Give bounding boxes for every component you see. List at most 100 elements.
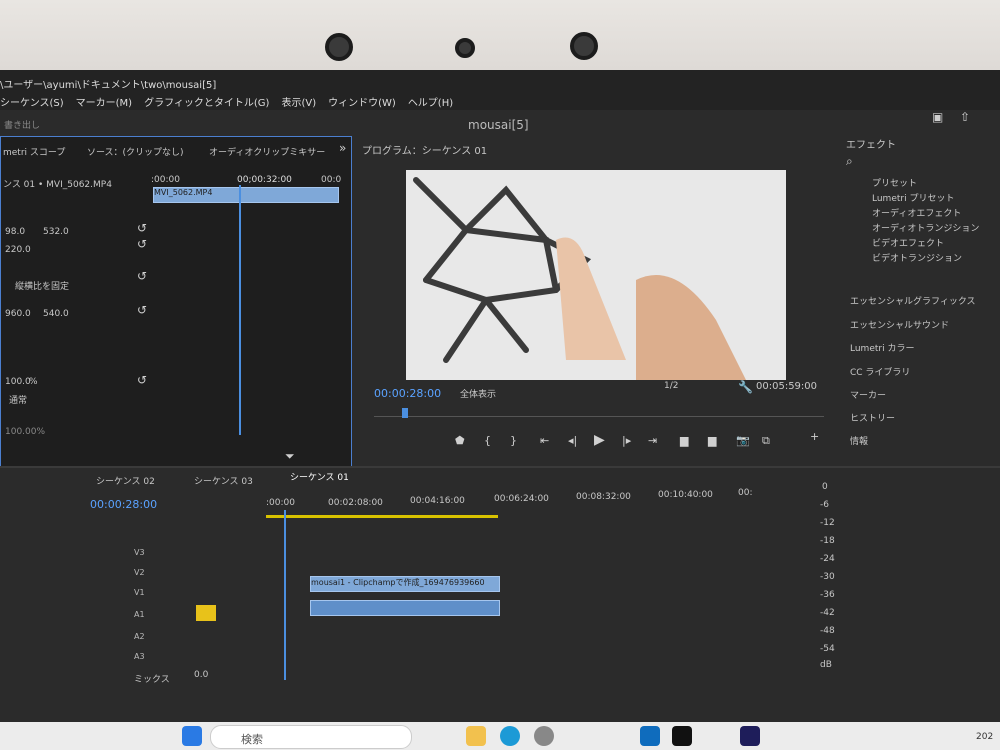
opacity-value[interactable]: 100.0 [5, 377, 31, 387]
tab-scopes[interactable]: metri スコープ [3, 145, 65, 158]
timeline-ruler-2: 00:04:16:00 [410, 496, 465, 506]
meter-36: -36 [820, 590, 835, 600]
outlook-icon[interactable] [640, 726, 660, 746]
go-to-out-button[interactable]: ⇥ [648, 434, 657, 447]
share-icon[interactable]: ⇧ [960, 110, 970, 124]
work-area-bar[interactable] [266, 515, 498, 518]
menu-graphics[interactable]: グラフィックとタイトル(G) [144, 94, 269, 109]
step-back-button[interactable]: ◂| [568, 434, 577, 447]
menu-window[interactable]: ウィンドウ(W) [328, 94, 396, 109]
track-a2[interactable]: A2 [134, 632, 145, 641]
effects-item-video-transitions[interactable]: ビデオトランジション [872, 251, 962, 264]
source-playhead[interactable] [239, 185, 241, 435]
panel-info[interactable]: 情報 [850, 434, 868, 447]
reset-icon[interactable]: ↺ [137, 221, 147, 235]
step-forward-button[interactable]: |▸ [622, 434, 631, 447]
compare-icon[interactable]: ⧉ [762, 434, 770, 448]
anchor-x[interactable]: 960.0 [5, 309, 31, 319]
source-timecode: 00;00:32:00 [237, 175, 292, 185]
blend-mode[interactable]: 通常 [9, 393, 27, 406]
search-icon[interactable]: ⌕ [846, 154, 853, 169]
panel-cc-libraries[interactable]: CC ライブラリ [850, 365, 910, 378]
menu-view[interactable]: 表示(V) [281, 94, 316, 109]
track-v3[interactable]: V3 [134, 548, 145, 557]
fit-select[interactable]: 全体表示 [460, 387, 496, 400]
panel-essential-sound[interactable]: エッセンシャルサウンド [850, 318, 949, 331]
filter-icon[interactable]: ⏷ [285, 449, 295, 464]
source-panel: metri スコープ ソース：(クリップなし) オーディオクリップミキサー » … [0, 136, 352, 468]
tab-sequence-03[interactable]: シーケンス 03 [194, 474, 253, 487]
meter-unit: dB [820, 660, 832, 670]
source-ruler-start: :00:00 [151, 175, 180, 185]
menu-marker[interactable]: マーカー(M) [76, 94, 132, 109]
scale-value[interactable]: 220.0 [5, 245, 31, 255]
mark-out-button[interactable]: } [510, 434, 517, 447]
video-clip[interactable]: mousai1 - Clipchampで作成_169476939660 [310, 576, 500, 592]
reset-icon[interactable]: ↺ [137, 269, 147, 283]
camera-icon [325, 33, 353, 61]
effects-item-audio-transitions[interactable]: オーディオトランジション [872, 221, 979, 234]
taskbar: 検索 202 [0, 722, 1000, 750]
panel-menu-icon[interactable]: » [339, 141, 346, 155]
panel-markers[interactable]: マーカー [850, 388, 886, 401]
premiere-icon[interactable] [740, 726, 760, 746]
track-a3[interactable]: A3 [134, 652, 145, 661]
panel-lumetri-color[interactable]: Lumetri カラー [850, 341, 914, 354]
window-path: \ユーザー\ayumi\ドキュメント\two\mousai[5] [0, 80, 217, 91]
effects-item-audio-effects[interactable]: オーディオエフェクト [872, 206, 961, 219]
timeline-ruler-6: 00: [738, 488, 753, 498]
effects-item-video-effects[interactable]: ビデオエフェクト [872, 236, 944, 249]
play-button[interactable]: ▶ [594, 432, 605, 448]
export-label[interactable]: 書き出し [4, 118, 40, 131]
track-v2[interactable]: V2 [134, 568, 145, 577]
lift-button[interactable]: ▆ [680, 434, 688, 447]
audio-clip[interactable] [310, 600, 500, 616]
extract-button[interactable]: ▆ [708, 434, 716, 447]
go-to-in-button[interactable]: ⇤ [540, 434, 549, 447]
source-clip[interactable]: MVI_5062.MP4 [153, 187, 339, 203]
resolution-select[interactable]: 1/2 [664, 381, 678, 391]
aspect-lock-label[interactable]: 縦横比を固定 [15, 279, 69, 292]
marker-button[interactable]: ⬟ [455, 434, 465, 447]
track-a1[interactable]: A1 [134, 610, 145, 619]
effects-item-lumetri-presets[interactable]: Lumetri プリセット [872, 191, 954, 204]
program-scrubber[interactable] [374, 416, 824, 417]
tab-source[interactable]: ソース：(クリップなし) [87, 145, 184, 158]
windows-start-icon[interactable] [182, 726, 202, 746]
mark-in-button[interactable]: { [484, 434, 491, 447]
position-y[interactable]: 532.0 [43, 227, 69, 237]
menubar: \ユーザー\ayumi\ドキュメント\two\mousai[5] シーケンス(S… [0, 70, 1000, 110]
reset-icon[interactable]: ↺ [137, 237, 147, 251]
reset-icon[interactable]: ↺ [137, 373, 147, 387]
program-timecode[interactable]: 00:00:28:00 [374, 387, 441, 400]
reset-icon[interactable]: ↺ [137, 303, 147, 317]
wrench-icon[interactable]: 🔧 [738, 380, 753, 394]
position-x[interactable]: 98.0 [5, 227, 25, 237]
export-frame-icon[interactable]: 📷 [736, 434, 750, 447]
panel-essential-graphics[interactable]: エッセンシャルグラフィックス [850, 294, 976, 307]
menu-help[interactable]: ヘルプ(H) [408, 94, 453, 109]
netflix-icon[interactable] [672, 726, 692, 746]
timeline-playhead[interactable] [284, 510, 286, 680]
effects-item-presets[interactable]: プリセット [872, 176, 917, 189]
timeline-timecode[interactable]: 00:00:28:00 [90, 498, 157, 511]
tab-sequence-02[interactable]: シーケンス 02 [96, 474, 155, 487]
program-title: プログラム：シーケンス 01 [362, 146, 488, 157]
meter-42: -42 [820, 608, 835, 618]
add-button-icon[interactable]: + [810, 430, 819, 443]
workspace-icon[interactable]: ▣ [932, 110, 943, 124]
explorer-icon[interactable] [466, 726, 486, 746]
anchor-y[interactable]: 540.0 [43, 309, 69, 319]
tab-sequence-01[interactable]: シーケンス 01 [290, 470, 349, 483]
menu-sequence[interactable]: シーケンス(S) [0, 94, 64, 109]
solo-button[interactable] [196, 605, 216, 621]
settings-icon[interactable] [534, 726, 554, 746]
program-playhead[interactable] [402, 408, 408, 418]
edge-icon[interactable] [500, 726, 520, 746]
panel-history[interactable]: ヒストリー [850, 411, 895, 424]
meter-54: -54 [820, 644, 835, 654]
search-box[interactable]: 検索 [210, 725, 412, 749]
tab-audio-clip-mixer[interactable]: オーディオクリップミキサー [209, 145, 325, 158]
track-v1[interactable]: V1 [134, 588, 145, 597]
mix-value[interactable]: 0.0 [194, 670, 208, 680]
